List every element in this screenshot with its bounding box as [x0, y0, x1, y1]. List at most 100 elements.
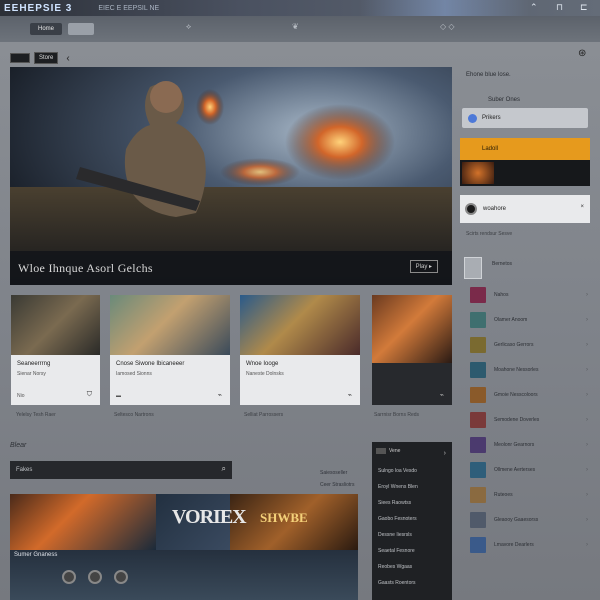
tab-secondary[interactable] [68, 23, 95, 35]
panel-header-label: Vene [389, 448, 401, 454]
game-card[interactable]: Wnoe Iooge Naneste Dolnsks ⌁ [240, 295, 360, 405]
store-chip[interactable]: Store [34, 52, 59, 64]
thumbnail [470, 461, 486, 478]
list-item[interactable]: Lmavore Dearlers › [462, 532, 592, 557]
close-icon[interactable]: ⊏ [580, 2, 588, 13]
list-item[interactable]: Ollmene Aerterses › [462, 457, 592, 482]
menu-item[interactable]: Reobes Wgaas [378, 564, 412, 570]
search-icon [468, 113, 477, 123]
list-item-label: Olamer Anoom [494, 316, 528, 323]
tab-home[interactable]: Home [30, 23, 63, 35]
list-item-label: Lmavore Dearlers [494, 541, 534, 548]
chevron-right-icon: › [586, 316, 588, 323]
list-item-label: Ruteoes [494, 491, 513, 498]
rail-heading: Ehone blue lose. [466, 72, 511, 78]
thumbnail [470, 436, 486, 453]
list-item-label: Gerlicaso Gerrors [494, 341, 534, 348]
chevron-right-icon: › [586, 466, 588, 473]
game-card[interactable]: Cnose Siwone Ibicaneeer Iamosed Sionns ▬… [110, 295, 230, 405]
banner-logo: VORIEX [172, 506, 247, 528]
chevron-right-icon[interactable]: › [444, 450, 446, 457]
shield-icon: ⛉ [86, 391, 92, 398]
list-item[interactable]: Gmoie Nesscoloors › [462, 382, 592, 407]
chevron-right-icon: › [586, 291, 588, 298]
nav-chip[interactable] [10, 53, 30, 63]
chevron-right-icon: › [586, 541, 588, 548]
search-icon: ⌕ [221, 464, 226, 473]
chevron-right-icon: › [586, 491, 588, 498]
list-item[interactable]: Gleaooy Gaaesorss › [462, 507, 592, 532]
menu-item[interactable]: Gaasts Roentors [378, 580, 416, 586]
list-item-label: Nahos [494, 291, 509, 298]
avatar [465, 203, 477, 215]
main-content: Store ‹ ⊛ Wloe Ihnque Asorl Gelchs Play … [0, 42, 600, 600]
menu-item[interactable]: Siees Raowtss [378, 500, 411, 506]
minimize-icon[interactable]: ⌃ [530, 2, 538, 13]
menu-item[interactable]: Sulngo loa Vesdo [378, 468, 417, 474]
list-item[interactable]: Olamer Anoom › [462, 307, 592, 332]
section-link[interactable]: Ceer Strasliotrs [320, 482, 354, 488]
banner-logo-secondary: SHWBE [260, 510, 308, 525]
settings-icon[interactable]: ⊛ [578, 48, 586, 59]
game-card[interactable]: ⌁ [372, 295, 452, 405]
promo-card[interactable]: Ladoll [460, 138, 590, 186]
card-title: Cnose Siwone Ibicaneeer [116, 361, 185, 367]
back-arrow-icon[interactable]: ‹ [66, 53, 69, 64]
menu-item[interactable]: Dessne Iiesrsls [378, 532, 412, 538]
thumbnail [464, 257, 482, 279]
account-card[interactable]: woahore × [460, 195, 590, 223]
hero-banner[interactable]: Wloe Ihnque Asorl Gelchs Play ▸ [10, 67, 452, 285]
hero-caption: Wloe Ihnque Asorl Gelchs Play ▸ [10, 251, 452, 285]
badge-icon [88, 570, 102, 584]
card-footer: Nio [17, 393, 25, 399]
card-artwork [372, 295, 452, 363]
chevron-right-icon: › [586, 341, 588, 348]
title-bar: EEHEPSIE 3 EIEC E EEPSIL NE ⌃ ⊓ ⊏ [0, 0, 600, 16]
rail-section-label: Scirts rendsur Sesve [466, 231, 513, 237]
section-link[interactable]: Saiesoseller [320, 470, 347, 476]
list-item[interactable]: Semodene Doverles › [462, 407, 592, 432]
rail-subheading: Suber Ones [488, 97, 521, 103]
close-icon[interactable]: × [580, 204, 584, 210]
nav-row: Store ‹ [10, 52, 70, 64]
menu-icon [376, 448, 386, 454]
list-item[interactable]: Gerlicaso Gerrors › [462, 332, 592, 357]
right-rail: Ehone blue lose. Suber Ones Prikers Lado… [458, 67, 592, 600]
list-item[interactable]: Ruteoes › [462, 482, 592, 507]
promo-image [462, 162, 494, 184]
menu-item[interactable]: Seaetal Fesnore [378, 548, 415, 554]
app-title: EEHEPSIE 3 [4, 2, 73, 14]
controller-icon: ⌁ [439, 392, 444, 399]
card-meta: Iamosed Sionns [116, 371, 152, 377]
list-item[interactable]: Moahone Nessorles › [462, 357, 592, 382]
search-input[interactable]: Fakes ⌕ [10, 461, 232, 479]
banner-tile [10, 494, 156, 550]
row-meta: Seltesco Nartrons [114, 412, 154, 418]
panel-header: Vene [376, 448, 400, 454]
card-artwork [110, 295, 230, 355]
promo-label: Ladoll [482, 146, 499, 152]
controller-icon: ⌁ [217, 392, 222, 399]
decor-icon: ⟡ [186, 22, 192, 31]
list-item-label: Gleaooy Gaaesorss [494, 516, 539, 523]
chevron-right-icon: › [586, 416, 588, 423]
hero-play-button[interactable]: Play ▸ [409, 260, 438, 273]
rail-search[interactable]: Prikers [462, 108, 588, 128]
list-item[interactable]: Meolonr Gearnors › [462, 432, 592, 457]
list-item-label: Meolonr Gearnors [494, 441, 535, 448]
list-item-label: Moahone Nessorles [494, 366, 539, 373]
rail-search-label: Prikers [482, 115, 501, 121]
controller-icon: ⌁ [347, 392, 352, 399]
rail-list: Bernetos Nahos › Olamer Anoom › Gerlicaso … [462, 257, 592, 557]
game-card[interactable]: Seaneerrrng Sienar Norsy Nio ⛉ [11, 295, 100, 405]
list-item[interactable]: Nahos › [462, 282, 592, 307]
thumbnail [470, 286, 486, 303]
thumbnail [470, 536, 486, 553]
menu-item[interactable]: Eroyl Wnens Blen [378, 484, 418, 490]
card-artwork [240, 295, 360, 355]
window-icon[interactable]: ⊓ [556, 2, 563, 13]
list-item[interactable]: Bernetos [462, 257, 592, 282]
thumbnail [470, 411, 486, 428]
featured-banner[interactable]: VORIEX SHWBE Sumer Gnaness [10, 494, 358, 600]
menu-item[interactable]: Gaobo Fesnoters [378, 516, 417, 522]
